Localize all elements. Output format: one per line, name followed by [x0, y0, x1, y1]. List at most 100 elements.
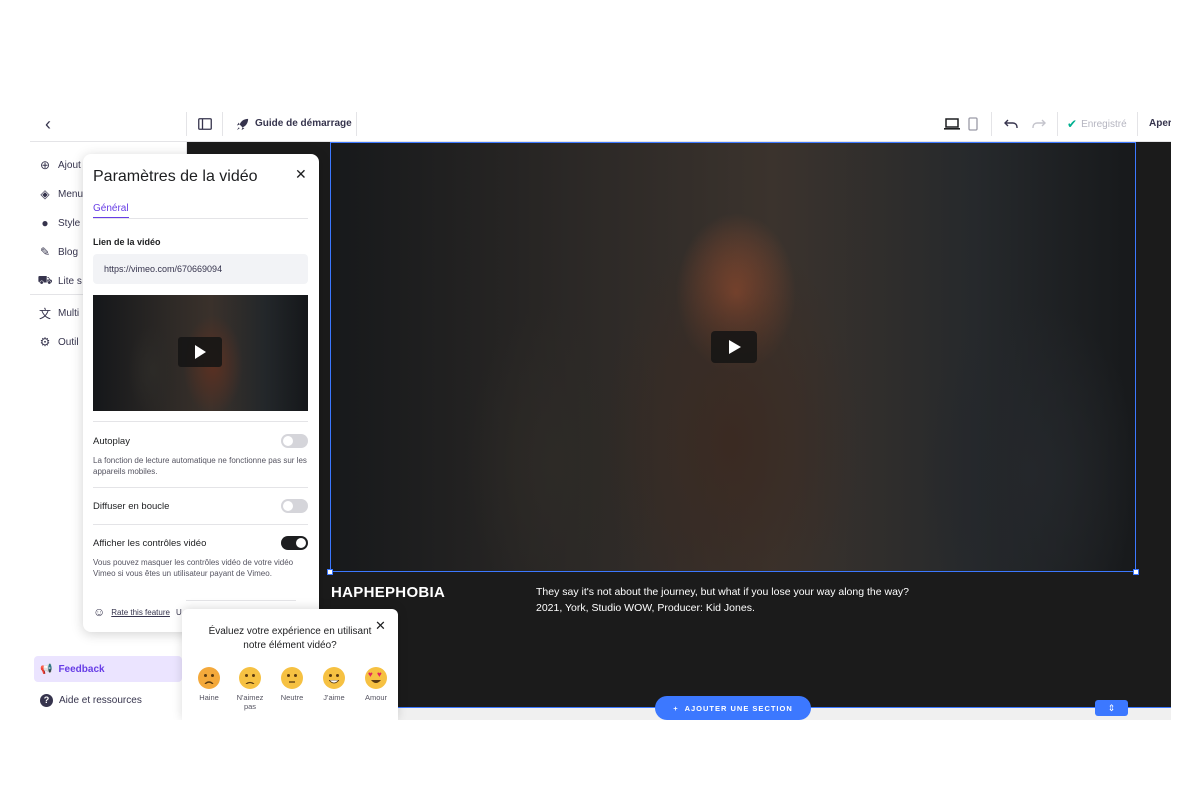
desktop-view-icon[interactable]	[943, 115, 961, 133]
play-button-icon[interactable]	[711, 331, 757, 363]
angry-face-icon	[198, 667, 220, 689]
rating-popup: Évaluez votre expérience en utilisant no…	[182, 609, 398, 720]
sidebar-item-menu[interactable]: ◈ Menu	[38, 184, 83, 204]
video-controls-toggle[interactable]	[281, 536, 308, 550]
sidebar-item-label: Ajout	[58, 159, 81, 171]
resize-handle[interactable]	[327, 569, 333, 575]
add-section-button[interactable]: + AJOUTER UNE SECTION	[655, 696, 811, 720]
sidebar-item-add[interactable]: ⊕ Ajout	[38, 155, 81, 175]
robot-icon: ⚙	[39, 335, 51, 349]
video-element[interactable]	[330, 142, 1136, 572]
video-controls-description: Vous pouvez masquer les contrôles vidéo …	[93, 558, 294, 578]
sidebar-item-label: Lite s	[58, 275, 82, 287]
rating-option-neutral[interactable]: Neutre	[272, 667, 312, 702]
rating-label: Neutre	[280, 693, 304, 702]
palette-icon: ●	[41, 216, 49, 230]
sidebar-item-multilingual[interactable]: 文 Multi	[38, 303, 79, 323]
toolbar-divider	[1057, 112, 1058, 136]
rating-option-love[interactable]: ♥ ♥ Amour	[356, 667, 396, 702]
tab-general[interactable]: Général	[93, 203, 129, 219]
getting-started-guide-link[interactable]: Guide de démarrage	[255, 118, 352, 129]
feedback-label: Feedback	[58, 663, 105, 675]
tab-divider	[93, 218, 308, 219]
toolbar-divider	[222, 112, 223, 136]
translate-icon: 文	[38, 306, 51, 321]
toolbar-divider	[356, 112, 357, 136]
rating-option-dislike[interactable]: N'aimez pas	[230, 667, 270, 711]
smile-icon: ☺	[93, 605, 106, 619]
heart-eyes-face-icon: ♥ ♥	[365, 667, 387, 689]
neutral-face-icon	[281, 667, 303, 689]
close-icon[interactable]: ✕	[295, 166, 307, 183]
toolbar-divider	[991, 112, 992, 136]
resize-handle[interactable]	[1133, 569, 1139, 575]
back-chevron-icon[interactable]: ‹	[38, 114, 58, 134]
rating-label: Amour	[364, 693, 388, 702]
loop-label: Diffuser en boucle	[93, 501, 170, 512]
video-controls-label: Afficher les contrôles vidéo	[93, 538, 207, 549]
rate-feature-tail: U	[175, 607, 182, 617]
rating-option-like[interactable]: J'aime	[314, 667, 354, 702]
cart-icon: ⛟	[37, 273, 53, 287]
panel-divider	[93, 487, 308, 488]
sidebar-toggle-icon[interactable]	[196, 115, 214, 133]
undo-icon[interactable]	[1002, 115, 1020, 133]
megaphone-icon: 📢	[40, 663, 53, 675]
rating-label: N'aimez pas	[236, 693, 264, 711]
song-title: HAPHEPHOBIA	[331, 584, 446, 601]
frowning-face-icon	[239, 667, 261, 689]
sidebar-item-blog[interactable]: ✎ Blog	[38, 242, 78, 262]
website-builder-editor: ‹ Guide de démarrage ✔ Enregistré Aper ⊕…	[30, 106, 1171, 720]
top-toolbar: ‹ Guide de démarrage ✔ Enregistré Aper	[30, 106, 1171, 142]
help-circle-icon: ?	[40, 693, 53, 707]
rating-label: Haine	[199, 693, 219, 702]
saved-status-label: Enregistré	[1081, 118, 1127, 130]
preview-button[interactable]: Aper	[1149, 118, 1171, 129]
song-credits-line: 2021, York, Studio WOW, Producer: Kid Jo…	[536, 602, 755, 614]
saved-status: ✔ Enregistré	[1067, 117, 1127, 131]
help-label: Aide et ressources	[59, 694, 142, 706]
sidebar-item-label: Menu	[58, 188, 84, 200]
mobile-view-icon[interactable]	[964, 115, 982, 133]
grinning-face-icon	[323, 667, 345, 689]
rating-label: J'aime	[323, 693, 345, 702]
redo-icon[interactable]	[1030, 115, 1048, 133]
close-icon[interactable]: ✕	[375, 618, 386, 634]
play-button-icon[interactable]	[178, 337, 222, 367]
rate-feature-link[interactable]: Rate this feature	[111, 608, 170, 617]
song-description-line: They say it's not about the journey, but…	[536, 586, 910, 598]
panel-divider	[186, 600, 296, 601]
panel-divider	[93, 524, 308, 525]
rating-question: Évaluez votre expérience en utilisant no…	[208, 626, 372, 651]
edit-icon: ✎	[39, 245, 51, 259]
sidebar-item-label: Outil	[58, 336, 79, 348]
toolbar-divider	[1137, 112, 1138, 136]
rating-option-hate[interactable]: Haine	[189, 667, 229, 702]
plus-circle-icon: ⊕	[39, 158, 51, 172]
rate-feature-row: ☺ Rate this feature U	[93, 605, 182, 619]
video-link-label: Lien de la vidéo	[93, 237, 161, 247]
sidebar-item-label: Blog	[58, 246, 79, 258]
sidebar-item-tools[interactable]: ⚙ Outil	[38, 332, 79, 352]
help-resources-link[interactable]: ? Aide et ressources	[40, 690, 142, 710]
rocket-icon	[233, 115, 251, 133]
autoplay-description: La fonction de lecture automatique ne fo…	[93, 456, 307, 476]
panel-title: Paramètres de la vidéo	[93, 168, 258, 185]
panel-divider	[93, 421, 308, 422]
sidebar-item-style[interactable]: ● Style	[38, 213, 80, 233]
autoplay-toggle[interactable]	[281, 434, 308, 448]
check-circle-icon: ✔	[1067, 117, 1078, 131]
move-section-arrows-icon[interactable]: ⇕	[1095, 700, 1128, 716]
sidebar-item-label: Multi	[58, 307, 80, 319]
video-thumbnail	[93, 295, 308, 411]
autoplay-label: Autoplay	[93, 436, 130, 447]
video-url-input[interactable]: https://vimeo.com/670669094	[93, 254, 308, 284]
plus-icon: +	[673, 703, 679, 713]
video-settings-panel: Paramètres de la vidéo ✕ Général Lien de…	[83, 154, 319, 632]
song-description: They say it's not about the journey, but…	[536, 584, 956, 616]
feedback-button[interactable]: 📢 Feedback	[34, 656, 182, 682]
sidebar-item-store[interactable]: ⛟ Lite s	[37, 271, 82, 291]
toolbar-divider	[186, 112, 187, 136]
loop-toggle[interactable]	[281, 499, 308, 513]
sidebar-item-label: Style	[58, 217, 81, 229]
